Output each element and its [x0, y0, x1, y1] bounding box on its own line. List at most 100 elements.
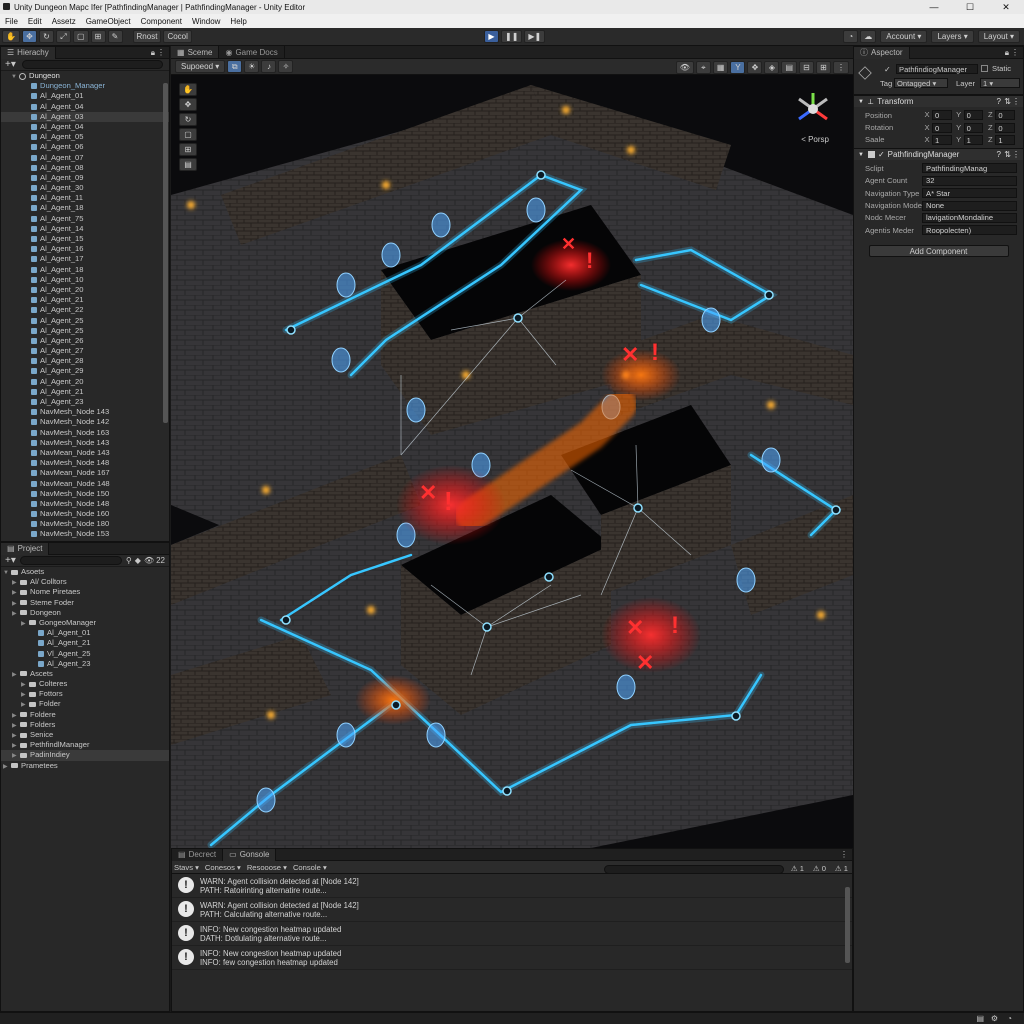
hierarchy-root[interactable]: ▼ Dungeon: [1, 71, 169, 81]
z-value-field[interactable]: 1: [995, 134, 1016, 145]
preset-icon[interactable]: ⇅: [1004, 150, 1011, 159]
hierarchy-item[interactable]: Al_Agent_25: [1, 326, 169, 336]
add-component-button[interactable]: Add Component: [868, 244, 1009, 257]
audio-toggle-icon[interactable]: ♪: [261, 60, 277, 73]
foldout-arrow-icon[interactable]: ▼: [858, 99, 864, 105]
scene-gizmos-icon[interactable]: ▤: [781, 61, 797, 74]
help-icon[interactable]: ?: [997, 150, 1001, 159]
property-value-field[interactable]: None: [922, 200, 1017, 211]
local-toggle[interactable]: Cocol: [163, 30, 192, 43]
preset-icon[interactable]: ⇅: [1004, 97, 1011, 106]
project-item[interactable]: ▶ Colteres: [1, 679, 169, 689]
status-icon-1[interactable]: ▤: [976, 1014, 984, 1023]
menu-gameobject[interactable]: GameObject: [86, 17, 131, 26]
hierarchy-item[interactable]: Al_Agent_21: [1, 387, 169, 397]
console-log-entry[interactable]: ! INFO: New congestion heatmap updated INF…: [172, 946, 852, 970]
hierarchy-item[interactable]: Al_Agent_22: [1, 305, 169, 315]
project-item[interactable]: ▶ Dongeon: [1, 608, 169, 618]
hierarchy-item[interactable]: Al_Agent_11: [1, 193, 169, 203]
scene-view[interactable]: ✕ ! ✕ ! ✕ ! ✕ ! ✕ ✋ ✥ ↻ ▢ ⊞ ▤ < Porsp: [171, 75, 853, 848]
custom-tool-icon[interactable]: ✎: [107, 30, 123, 43]
scene-axis-icon[interactable]: Y: [730, 61, 746, 74]
clear-dropdown[interactable]: Stavs ▾: [174, 863, 199, 872]
static-checkbox[interactable]: [981, 65, 988, 72]
move-tool-icon[interactable]: ✥: [21, 30, 37, 43]
project-item[interactable]: ▶ PadinIndiey: [1, 750, 169, 761]
hierarchy-item[interactable]: Al_Agent_16: [1, 244, 169, 254]
error-pause-toggle[interactable]: Console ▾: [293, 863, 327, 872]
project-item[interactable]: ▶ Al/ Colltors: [1, 577, 169, 587]
console-log-entry[interactable]: ! WARN: Agent collision detected at [Node…: [172, 874, 852, 898]
project-tab-bottom[interactable]: ▤ Decrect: [172, 848, 224, 861]
project-item[interactable]: Al_Agent_21: [1, 638, 169, 648]
pathfinding-component-header[interactable]: ▼ ✓ PathfindingManager ? ⇅ ⋮: [854, 148, 1023, 161]
hierarchy-item[interactable]: NavMesh_Node 180: [1, 519, 169, 529]
hierarchy-item[interactable]: NavMesh_Node 163: [1, 428, 169, 438]
hierarchy-tab[interactable]: ☰ Hierachy: [1, 46, 56, 59]
orientation-gizmo[interactable]: [793, 89, 833, 129]
menu-file[interactable]: File: [5, 17, 18, 26]
y-value-field[interactable]: 0: [963, 122, 984, 133]
hierarchy-item[interactable]: NavMean_Node 143: [1, 448, 169, 458]
rect-tool-icon[interactable]: ▢: [72, 30, 89, 43]
hierarchy-item[interactable]: Al_Agent_26: [1, 336, 169, 346]
hierarchy-item[interactable]: Al_Agent_20: [1, 377, 169, 387]
hierarchy-item[interactable]: Al_Agent_28: [1, 356, 169, 366]
persp-label[interactable]: < Porsp: [801, 135, 829, 144]
y-value-field[interactable]: 0: [963, 110, 984, 121]
hidden-count-icon[interactable]: 👁︎: [144, 556, 154, 565]
view-hand-icon[interactable]: ✋: [179, 83, 197, 96]
hierarchy-item[interactable]: Al_Agent_09: [1, 173, 169, 183]
menu-help[interactable]: Help: [230, 17, 246, 26]
property-value-field[interactable]: Roopolecten): [922, 225, 1017, 236]
hand-tool-icon[interactable]: ✋: [2, 30, 20, 43]
hierarchy-item[interactable]: Al_Agent_14: [1, 224, 169, 234]
layer-dropdown[interactable]: 1 ▾: [980, 78, 1020, 88]
expand-arrow-icon[interactable]: ▼: [3, 568, 11, 577]
2d-toggle-icon[interactable]: ⧉: [227, 60, 243, 73]
object-name-field[interactable]: PathfindiogManager: [896, 64, 978, 74]
component-enabled-checkbox[interactable]: ✓: [878, 150, 885, 159]
hierarchy-item[interactable]: NavMesh_Node 153: [1, 529, 169, 539]
project-root[interactable]: ▼ Asoets: [1, 567, 169, 577]
scene-tab[interactable]: ▦ Sceme: [171, 46, 220, 58]
expand-arrow-icon[interactable]: ▶: [21, 619, 29, 628]
z-value-field[interactable]: 0: [995, 110, 1016, 121]
project-item[interactable]: ▶ Prametees: [1, 761, 169, 771]
hierarchy-item[interactable]: Al_Agent_15: [1, 234, 169, 244]
hierarchy-item[interactable]: NavMesh_Node 143: [1, 438, 169, 448]
menu-window[interactable]: Window: [192, 17, 220, 26]
hierarchy-item[interactable]: NavMesh_Node 150: [1, 489, 169, 499]
filter-icon[interactable]: ⚲: [126, 556, 132, 565]
layers-dropdown[interactable]: Layers ▾: [931, 30, 974, 43]
project-create-icon[interactable]: +▾: [5, 555, 16, 566]
scene-visibility-icon[interactable]: 👁︎: [675, 61, 694, 74]
expand-arrow-icon[interactable]: ▶: [12, 711, 20, 720]
status-icon-3[interactable]: ◔: [1007, 1014, 1012, 1023]
view-rotate-icon[interactable]: ↻: [179, 113, 197, 126]
expand-arrow-icon[interactable]: ▶: [12, 578, 20, 587]
hierarchy-item[interactable]: Al_Agent_04: [1, 122, 169, 132]
lighting-toggle-icon[interactable]: ☀: [244, 60, 260, 73]
hierarchy-item[interactable]: NavMesh_Node 143: [1, 407, 169, 417]
lock-icon[interactable]: 🔒︎: [151, 48, 155, 58]
expand-arrow-icon[interactable]: ▶: [12, 599, 20, 608]
property-value-field[interactable]: 32: [922, 175, 1017, 186]
maximize-button[interactable]: ☐: [952, 2, 988, 13]
expand-arrow-icon[interactable]: ▼: [11, 72, 19, 81]
x-value-field[interactable]: 1: [932, 134, 952, 145]
project-item[interactable]: ▶ Steme Foder: [1, 598, 169, 608]
menu-component[interactable]: Component: [141, 17, 182, 26]
warn-count-toggle[interactable]: ⚠ 0: [813, 864, 826, 873]
close-button[interactable]: ✕: [988, 2, 1024, 13]
project-item[interactable]: Al_Agent_01: [1, 628, 169, 638]
property-value-field[interactable]: A* Star: [922, 188, 1017, 199]
hierarchy-item[interactable]: Al_Agent_04: [1, 102, 169, 112]
scene-grid-icon[interactable]: ▦: [712, 61, 729, 74]
error-count-toggle[interactable]: ⚠ 1: [835, 864, 848, 873]
scene-camera-icon[interactable]: ⌖: [695, 61, 711, 74]
foldout-arrow-icon[interactable]: ▼: [858, 152, 864, 158]
hierarchy-item[interactable]: Al_Agent_06: [1, 142, 169, 152]
hierarchy-item[interactable]: NavMesh_Node 142: [1, 417, 169, 427]
z-value-field[interactable]: 0: [995, 122, 1016, 133]
